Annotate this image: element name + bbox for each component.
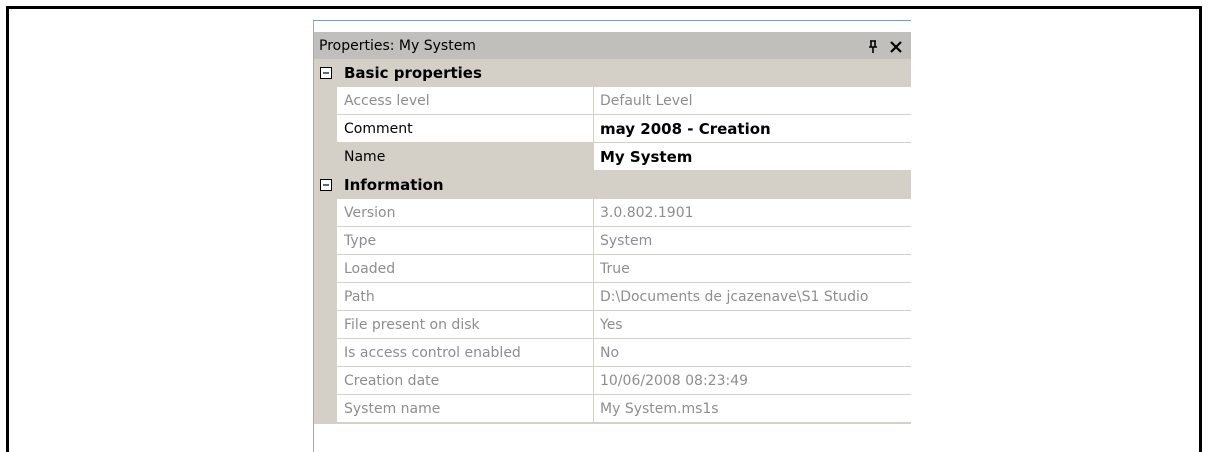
grid-empty-area <box>314 423 911 444</box>
property-value: True <box>594 255 911 283</box>
property-row-name[interactable]: Name My System <box>314 143 911 171</box>
property-value: D:\Documents de jcazenave\S1 Studio <box>594 283 911 311</box>
collapse-minus-icon[interactable] <box>314 171 337 199</box>
property-name: Access level <box>337 87 594 115</box>
property-name: File present on disk <box>337 311 594 339</box>
property-name: Comment <box>337 115 594 143</box>
property-grid: Basic properties Access level Default Le… <box>314 59 911 444</box>
property-value: My System.ms1s <box>594 395 911 423</box>
property-value: 3.0.802.1901 <box>594 199 911 227</box>
property-row-path[interactable]: Path D:\Documents de jcazenave\S1 Studio <box>314 283 911 311</box>
collapse-minus-icon[interactable] <box>314 59 337 87</box>
close-icon[interactable] <box>889 39 903 53</box>
category-information[interactable]: Information <box>314 171 911 199</box>
properties-panel: Properties: My System Basic properties A… <box>313 20 911 452</box>
category-label: Information <box>344 176 444 194</box>
property-name: System name <box>337 395 594 423</box>
property-value: Yes <box>594 311 911 339</box>
property-value-input[interactable]: My System <box>594 143 911 171</box>
property-row-version[interactable]: Version 3.0.802.1901 <box>314 199 911 227</box>
property-row-access-control[interactable]: Is access control enabled No <box>314 339 911 367</box>
property-name: Path <box>337 283 594 311</box>
property-name: Type <box>337 227 594 255</box>
property-value: 10/06/2008 08:23:49 <box>594 367 911 395</box>
property-row-type[interactable]: Type System <box>314 227 911 255</box>
category-label: Basic properties <box>344 64 482 82</box>
property-name: Version <box>337 199 594 227</box>
property-name: Name <box>337 143 594 171</box>
property-row-comment[interactable]: Comment may 2008 - Creation <box>314 115 911 143</box>
property-row-creation-date[interactable]: Creation date 10/06/2008 08:23:49 <box>314 367 911 395</box>
panel-titlebar: Properties: My System <box>314 32 911 59</box>
property-name: Loaded <box>337 255 594 283</box>
pin-icon[interactable] <box>866 39 880 53</box>
category-basic-properties[interactable]: Basic properties <box>314 59 911 87</box>
property-value: Default Level <box>594 87 911 115</box>
property-value: System <box>594 227 911 255</box>
property-name: Creation date <box>337 367 594 395</box>
property-row-system-name[interactable]: System name My System.ms1s <box>314 395 911 423</box>
property-row-loaded[interactable]: Loaded True <box>314 255 911 283</box>
property-value: No <box>594 339 911 367</box>
property-name: Is access control enabled <box>337 339 594 367</box>
property-value-input[interactable]: may 2008 - Creation <box>594 115 911 143</box>
property-row-file-present[interactable]: File present on disk Yes <box>314 311 911 339</box>
panel-title: Properties: My System <box>319 37 476 54</box>
property-row-access-level[interactable]: Access level Default Level <box>314 87 911 115</box>
